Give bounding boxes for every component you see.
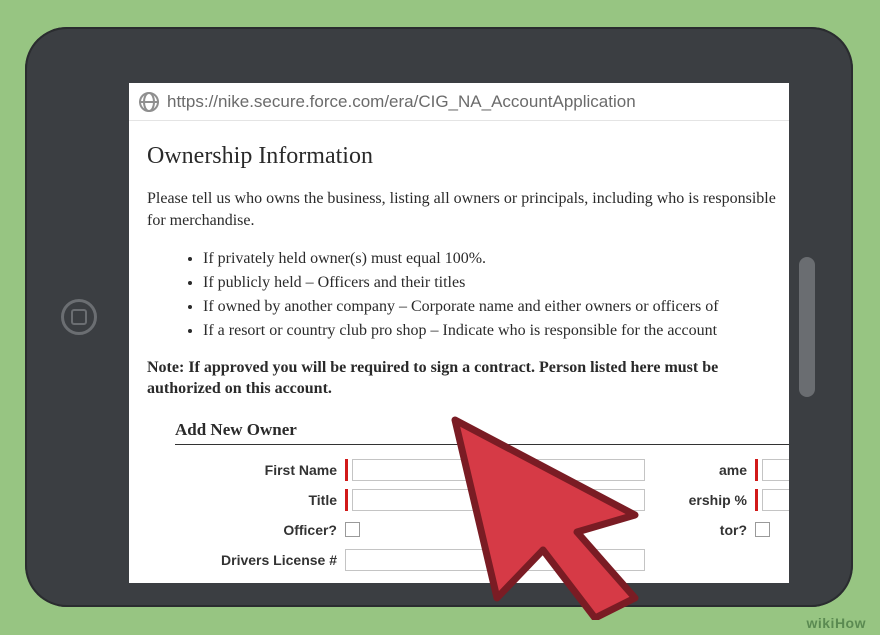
section-title: Add New Owner — [175, 420, 789, 445]
page-content: Ownership Information Please tell us who… — [129, 121, 789, 575]
ownership-pct-label: ership % — [645, 492, 755, 508]
officer-label: Officer? — [175, 522, 345, 538]
bullet-item: If publicly held – Officers and their ti… — [203, 271, 789, 295]
director-label: tor? — [645, 522, 755, 538]
ownership-pct-input[interactable] — [762, 489, 789, 511]
form-row: First Name ame — [175, 455, 789, 485]
owner-form: First Name ame Title — [175, 455, 789, 575]
bullet-list: If privately held owner(s) must equal 10… — [203, 247, 789, 343]
browser-screen: https://nike.secure.force.com/era/CIG_NA… — [129, 83, 789, 583]
url-text: https://nike.secure.force.com/era/CIG_NA… — [167, 92, 636, 112]
required-indicator — [345, 459, 348, 481]
address-bar[interactable]: https://nike.secure.force.com/era/CIG_NA… — [129, 83, 789, 121]
director-checkbox[interactable] — [755, 522, 770, 537]
required-indicator — [345, 489, 348, 511]
intro-paragraph: Please tell us who owns the business, li… — [147, 188, 789, 233]
title-input[interactable] — [352, 489, 645, 511]
first-name-label: First Name — [175, 462, 345, 478]
bullet-item: If owned by another company – Corporate … — [203, 295, 789, 319]
globe-icon — [139, 92, 159, 112]
side-button[interactable] — [799, 257, 815, 397]
first-name-input[interactable] — [352, 459, 645, 481]
drivers-license-input[interactable] — [345, 549, 645, 571]
officer-checkbox[interactable] — [345, 522, 360, 537]
form-row: Title ership % — [175, 485, 789, 515]
form-row: Drivers License # — [175, 545, 789, 575]
title-label: Title — [175, 492, 345, 508]
drivers-license-label: Drivers License # — [175, 552, 345, 568]
required-indicator — [755, 459, 758, 481]
bullet-item: If privately held owner(s) must equal 10… — [203, 247, 789, 271]
bullet-item: If a resort or country club pro shop – I… — [203, 319, 789, 343]
last-name-label: ame — [645, 462, 755, 478]
page-heading: Ownership Information — [147, 143, 789, 170]
home-button[interactable] — [61, 299, 97, 335]
note-paragraph: Note: If approved you will be required t… — [147, 357, 789, 400]
form-row: Officer? tor? — [175, 515, 789, 545]
required-indicator — [755, 489, 758, 511]
watermark: wikiHow — [806, 615, 866, 631]
tablet-frame: https://nike.secure.force.com/era/CIG_NA… — [25, 27, 853, 607]
last-name-input[interactable] — [762, 459, 789, 481]
